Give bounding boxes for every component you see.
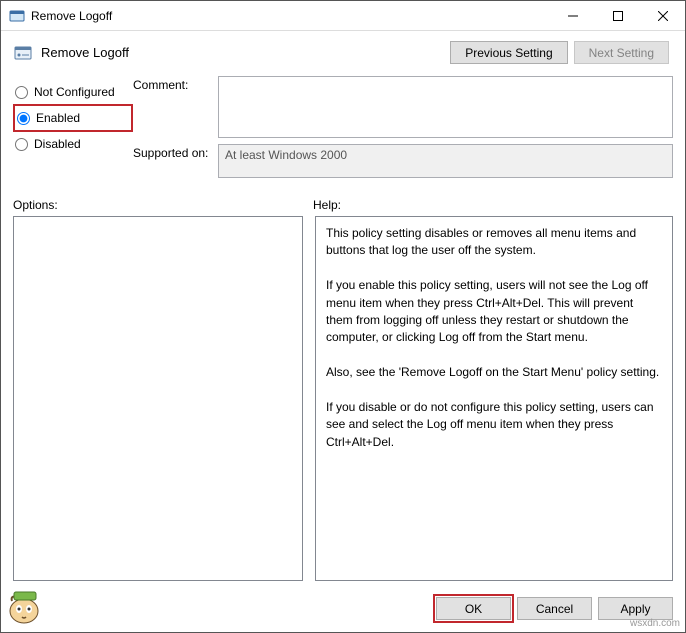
comment-textarea[interactable] — [218, 76, 673, 138]
watermark: wsxdn.com — [630, 618, 680, 629]
enabled-highlight: Enabled — [13, 104, 133, 132]
radio-disabled-input[interactable] — [15, 138, 28, 151]
window-title: Remove Logoff — [31, 9, 550, 23]
titlebar: Remove Logoff — [1, 1, 685, 31]
radio-disabled-label: Disabled — [34, 137, 81, 151]
header-row: Remove Logoff Previous Setting Next Sett… — [1, 31, 685, 70]
radio-disabled[interactable]: Disabled — [13, 132, 133, 156]
policy-title: Remove Logoff — [41, 45, 450, 60]
close-button[interactable] — [640, 1, 685, 30]
radio-not-configured-input[interactable] — [15, 86, 28, 99]
help-panel[interactable]: This policy setting disables or removes … — [315, 216, 673, 581]
comment-label: Comment: — [133, 76, 218, 138]
window-icon — [9, 8, 25, 24]
cancel-button[interactable]: Cancel — [517, 597, 592, 620]
radio-not-configured-label: Not Configured — [34, 85, 115, 99]
previous-setting-button[interactable]: Previous Setting — [450, 41, 567, 64]
minimize-button[interactable] — [550, 1, 595, 30]
ok-button[interactable]: OK — [436, 597, 511, 620]
section-labels: Options: Help: — [1, 184, 685, 216]
radio-enabled-input[interactable] — [17, 112, 30, 125]
policy-icon — [13, 43, 33, 63]
radio-not-configured[interactable]: Not Configured — [13, 80, 133, 104]
panels-row: This policy setting disables or removes … — [1, 216, 685, 589]
supported-textarea: At least Windows 2000 — [218, 144, 673, 178]
help-label: Help: — [313, 198, 341, 212]
nav-buttons: Previous Setting Next Setting — [450, 41, 669, 64]
comment-row: Comment: — [133, 76, 673, 138]
radio-enabled-label: Enabled — [36, 111, 80, 125]
state-column: Not Configured Enabled Disabled — [13, 76, 133, 184]
radio-enabled[interactable]: Enabled — [15, 106, 131, 130]
options-panel — [13, 216, 303, 581]
policy-dialog: Remove Logoff Remove Logoff Previous Set… — [0, 0, 686, 633]
dialog-footer: OK Cancel Apply — [1, 589, 685, 632]
next-setting-button[interactable]: Next Setting — [574, 41, 669, 64]
supported-row: Supported on: At least Windows 2000 — [133, 144, 673, 178]
maximize-button[interactable] — [595, 1, 640, 30]
window-controls — [550, 1, 685, 30]
options-label: Options: — [13, 198, 313, 212]
config-area: Not Configured Enabled Disabled Comment:… — [1, 70, 685, 184]
mascot-logo — [4, 587, 56, 627]
supported-label: Supported on: — [133, 144, 218, 178]
apply-button[interactable]: Apply — [598, 597, 673, 620]
fields-column: Comment: Supported on: At least Windows … — [133, 76, 673, 184]
